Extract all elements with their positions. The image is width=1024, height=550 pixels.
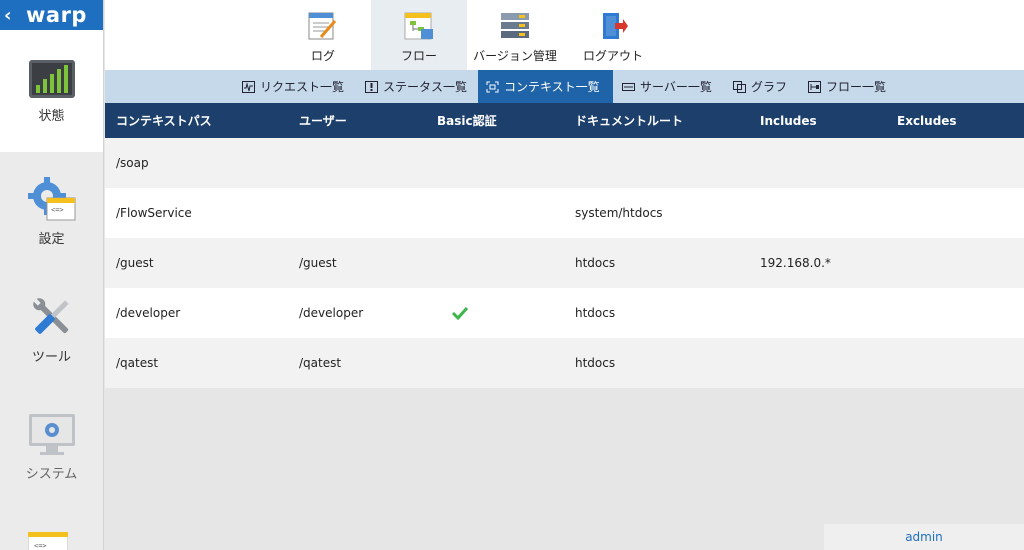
back-chevron-icon[interactable]: ‹ bbox=[4, 5, 22, 26]
cell-docroot: htdocs bbox=[575, 256, 616, 270]
flow-chart-icon bbox=[404, 12, 433, 40]
cell-user: /developer bbox=[299, 306, 364, 320]
column-header-basic-auth[interactable]: Basic認証 bbox=[437, 103, 497, 138]
sidebar-item-label: 設定 bbox=[38, 231, 65, 247]
cell-path: /guest bbox=[116, 256, 154, 270]
column-header-excludes[interactable]: Excludes bbox=[897, 103, 957, 138]
sub-nav: リクエスト一覧 ステータス一覧 コンテキスト一覧 サーバー一覧 グラフ フロー一… bbox=[105, 70, 1024, 103]
sidebar-item-tools[interactable]: ツール bbox=[0, 270, 103, 388]
table-row[interactable]: /guest/guest htdocs 192.168.0.* bbox=[105, 238, 1024, 288]
subnav-servers[interactable]: サーバー一覧 bbox=[614, 70, 720, 103]
cell-includes: 192.168.0.* bbox=[760, 256, 831, 270]
sidebar-item-label: 状態 bbox=[38, 108, 65, 124]
topnav-label: ログアウト bbox=[582, 49, 643, 63]
top-nav: ログ フロー バージョン管理 ログアウト bbox=[105, 0, 1024, 70]
gear-settings-icon: <=> bbox=[27, 176, 75, 220]
sidebar-item-status[interactable]: 状態 bbox=[0, 30, 103, 152]
sidebar-item-label: ツール bbox=[31, 349, 71, 365]
subnav-contexts[interactable]: コンテキスト一覧 bbox=[478, 70, 613, 103]
table-row[interactable]: /developer/developer htdocs bbox=[105, 288, 1024, 338]
subnav-label: フロー一覧 bbox=[826, 80, 887, 94]
cell-path: /qatest bbox=[116, 356, 159, 370]
server-stack-icon bbox=[501, 13, 529, 38]
subnav-label: ステータス一覧 bbox=[383, 80, 468, 94]
table-row[interactable]: /qatest/qatest htdocs bbox=[105, 338, 1024, 388]
subnav-label: リクエスト一覧 bbox=[260, 80, 345, 94]
sidebar-item-system[interactable]: システム bbox=[0, 388, 103, 506]
log-notepad-icon bbox=[308, 12, 337, 40]
table-row[interactable]: /soap bbox=[105, 138, 1024, 188]
topnav-version[interactable]: バージョン管理 bbox=[467, 0, 563, 70]
cell-basic-auth bbox=[451, 288, 469, 338]
current-user[interactable]: admin bbox=[824, 524, 1024, 550]
waveform-icon bbox=[242, 80, 255, 93]
topnav-label: バージョン管理 bbox=[473, 49, 557, 63]
bar-chart-icon bbox=[28, 59, 75, 98]
flow-list-icon bbox=[808, 80, 821, 93]
column-header-document-root[interactable]: ドキュメントルート bbox=[575, 103, 683, 138]
exclamation-icon bbox=[365, 80, 378, 93]
checkmark-icon bbox=[451, 306, 469, 320]
brand-name: warp bbox=[26, 3, 87, 27]
topnav-logout[interactable]: ログアウト bbox=[565, 0, 661, 70]
topnav-label: ログ bbox=[310, 49, 335, 63]
cell-path: /FlowService bbox=[116, 206, 192, 220]
subnav-flows[interactable]: フロー一覧 bbox=[800, 70, 894, 103]
logout-door-icon bbox=[603, 13, 628, 39]
cell-user: /qatest bbox=[299, 356, 342, 370]
cell-path: /soap bbox=[116, 156, 149, 170]
sidebar-item-label: システム bbox=[25, 466, 78, 482]
subnav-status[interactable]: ステータス一覧 bbox=[357, 70, 475, 103]
context-table: コンテキストパス ユーザー Basic認証 ドキュメントルート Includes… bbox=[105, 103, 1024, 388]
cell-docroot: system/htdocs bbox=[575, 206, 663, 220]
subnav-graph[interactable]: グラフ bbox=[725, 70, 795, 103]
wrench-screwdriver-icon bbox=[32, 297, 69, 334]
context-frame-icon bbox=[486, 81, 499, 92]
cell-docroot: htdocs bbox=[575, 306, 616, 320]
monitor-gear-icon bbox=[28, 413, 75, 455]
svg-text:<=>: <=> bbox=[51, 206, 64, 214]
brand-bar[interactable]: ‹ warp bbox=[0, 0, 103, 30]
subnav-label: サーバー一覧 bbox=[640, 80, 712, 94]
column-header-context-path[interactable]: コンテキストパス bbox=[116, 103, 212, 138]
subnav-label: グラフ bbox=[751, 80, 788, 94]
table-row[interactable]: /FlowService system/htdocs bbox=[105, 188, 1024, 238]
topnav-log[interactable]: ログ bbox=[275, 0, 371, 70]
subnav-label: コンテキスト一覧 bbox=[504, 80, 600, 94]
svg-text:<=>: <=> bbox=[34, 542, 47, 550]
sidebar: ‹ warp 状態 <=> 設定 ツール システム <=> bbox=[0, 0, 104, 550]
cell-path: /developer bbox=[116, 306, 181, 320]
cell-user: /guest bbox=[299, 256, 337, 270]
column-header-user[interactable]: ユーザー bbox=[299, 103, 347, 138]
server-icon bbox=[622, 82, 635, 91]
topnav-label: フロー bbox=[400, 49, 437, 63]
table-header: コンテキストパス ユーザー Basic認証 ドキュメントルート Includes… bbox=[105, 103, 1024, 138]
graph-icon bbox=[733, 80, 746, 93]
topnav-flow[interactable]: フロー bbox=[371, 0, 467, 70]
cell-docroot: htdocs bbox=[575, 356, 616, 370]
document-icon: <=> bbox=[27, 531, 69, 550]
sidebar-item-settings[interactable]: <=> 設定 bbox=[0, 152, 103, 270]
subnav-requests[interactable]: リクエスト一覧 bbox=[234, 70, 352, 103]
column-header-includes[interactable]: Includes bbox=[760, 103, 817, 138]
